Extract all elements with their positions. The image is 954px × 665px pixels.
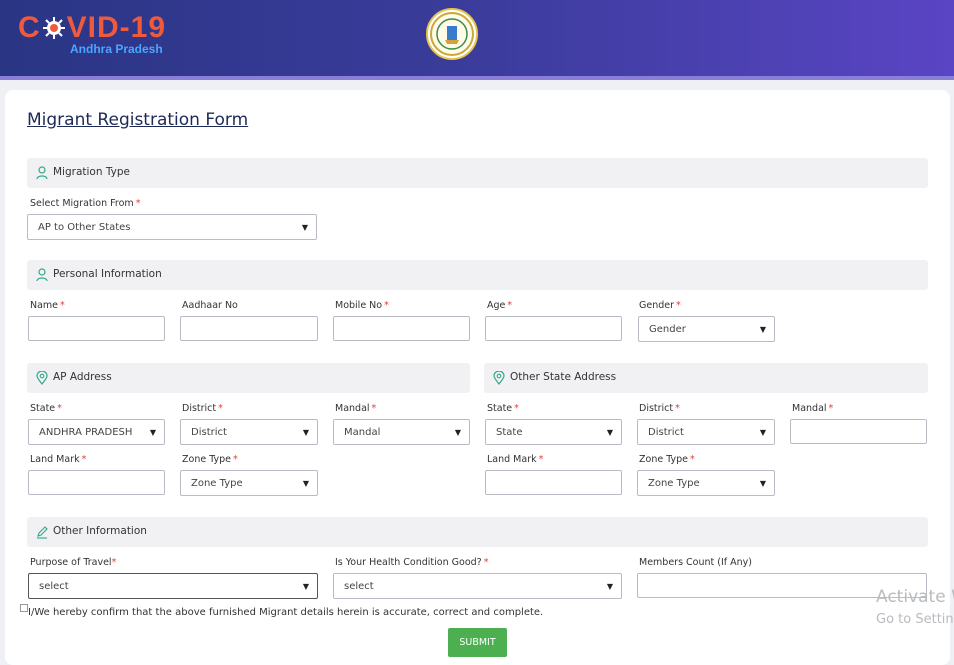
caret-down-icon: ▼ (302, 428, 309, 437)
health-select[interactable]: select ▼ (333, 573, 622, 599)
section-migration-type: Migration Type (27, 158, 928, 188)
age-input[interactable] (485, 316, 622, 341)
other-district-select[interactable]: District ▼ (637, 419, 775, 445)
ap-state-select[interactable]: ANDHRA PRADESH ▼ (28, 419, 165, 445)
caret-down-icon: ▼ (606, 428, 613, 437)
ap-zone-label: Zone Type * (182, 454, 238, 465)
members-label: Members Count (If Any) (639, 557, 752, 568)
purpose-select[interactable]: select ▼ (28, 573, 318, 599)
section-label: Other State Address (510, 371, 617, 383)
caret-down-icon: ▼ (759, 479, 766, 488)
caret-down-icon: ▼ (454, 428, 461, 437)
logo-subtitle: Andhra Pradesh (70, 42, 163, 56)
user-icon (36, 268, 48, 282)
covid-logo: C VID-19 Andhra Pradesh (18, 11, 167, 57)
health-label: Is Your Health Condition Good? * (335, 557, 489, 568)
age-label: Age * (487, 300, 513, 311)
ap-state-label: State * (30, 403, 62, 414)
other-state-label: State * (487, 403, 519, 414)
logo-title-rest: VID-19 (66, 11, 167, 44)
section-label: Other Information (53, 525, 147, 537)
section-label: AP Address (53, 371, 112, 383)
other-district-label: District * (639, 403, 680, 414)
migration-from-select[interactable]: AP to Other States ▼ (27, 214, 317, 240)
gender-select[interactable]: Gender ▼ (638, 316, 775, 342)
section-label: Migration Type (53, 166, 130, 178)
ap-zone-select[interactable]: Zone Type ▼ (180, 470, 318, 496)
other-landmark-input[interactable] (485, 470, 622, 495)
confirm-checkbox[interactable] (20, 604, 28, 612)
mobile-label: Mobile No * (335, 300, 389, 311)
ap-district-select[interactable]: District ▼ (180, 419, 318, 445)
submit-button[interactable]: SUBMIT (448, 628, 507, 657)
caret-down-icon: ▼ (759, 428, 766, 437)
virus-icon (42, 17, 65, 39)
other-landmark-label: Land Mark * (487, 454, 544, 465)
ap-mandal-label: Mandal * (335, 403, 377, 414)
header-bar: C VID-19 Andhra Pradesh (0, 0, 954, 80)
select-migration-label: Select Migration From * (30, 198, 141, 209)
other-mandal-label: Mandal * (792, 403, 834, 414)
section-other-info: Other Information (27, 517, 928, 547)
caret-down-icon: ▼ (759, 325, 766, 334)
ap-mandal-select[interactable]: Mandal ▼ (333, 419, 470, 445)
confirm-text: I/We hereby confirm that the above furni… (28, 607, 544, 618)
aadhaar-input[interactable] (180, 316, 318, 341)
state-emblem-icon (426, 8, 478, 60)
other-mandal-input[interactable] (790, 419, 927, 444)
pencil-icon (36, 525, 48, 539)
location-pin-icon (36, 370, 48, 385)
ap-landmark-label: Land Mark * (30, 454, 87, 465)
ap-landmark-input[interactable] (28, 470, 165, 495)
activation-watermark-title: Activate W (876, 587, 954, 607)
ap-district-label: District * (182, 403, 223, 414)
gender-label: Gender * (639, 300, 681, 311)
other-zone-label: Zone Type * (639, 454, 695, 465)
registration-card: Migrant Registration Form Migration Type… (5, 90, 950, 665)
caret-down-icon: ▼ (149, 428, 156, 437)
logo-title-c: C (18, 11, 41, 44)
caret-down-icon: ▼ (301, 223, 308, 232)
aadhaar-label: Aadhaar No (182, 300, 238, 311)
user-icon (36, 166, 48, 180)
location-pin-icon (493, 370, 505, 385)
caret-down-icon: ▼ (302, 582, 309, 591)
purpose-label: Purpose of Travel* (30, 557, 117, 568)
form-title: Migrant Registration Form (27, 110, 249, 130)
section-personal-info: Personal Information (27, 260, 928, 290)
name-label: Name * (30, 300, 65, 311)
mobile-input[interactable] (333, 316, 470, 341)
other-zone-select[interactable]: Zone Type ▼ (637, 470, 775, 496)
caret-down-icon: ▼ (606, 582, 613, 591)
activation-watermark-subtitle: Go to Settin (876, 612, 954, 627)
section-ap-address: AP Address (27, 363, 470, 393)
section-label: Personal Information (53, 268, 162, 280)
caret-down-icon: ▼ (302, 479, 309, 488)
section-other-state-address: Other State Address (484, 363, 928, 393)
name-input[interactable] (28, 316, 165, 341)
other-state-select[interactable]: State ▼ (485, 419, 622, 445)
